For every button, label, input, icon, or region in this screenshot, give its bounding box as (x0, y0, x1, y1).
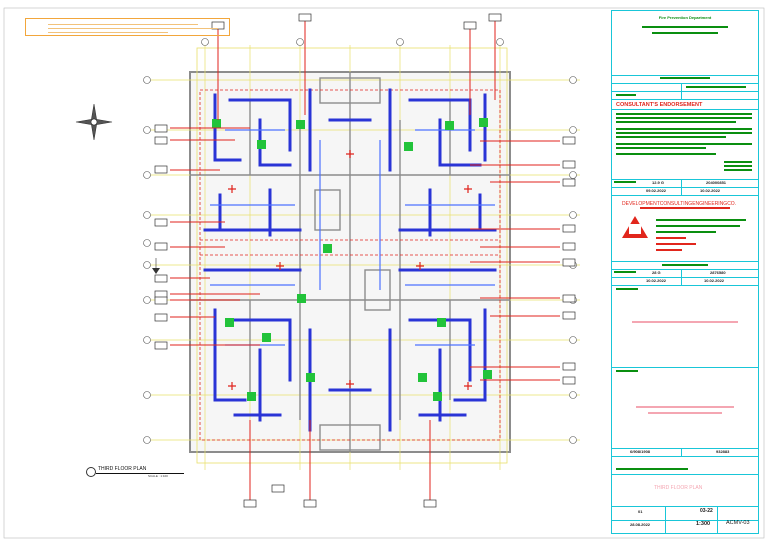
drawing-sheet: THIRD FLOOR PLAN SCALE : 1:100 Fire Prev… (0, 0, 768, 542)
consultant-heading: CONSULTANT'S ENDORSEMENT (616, 102, 703, 108)
sheet-code: ACMV-03 (726, 520, 750, 526)
north-arrow-icon (75, 103, 113, 141)
consultant-logo-inner (629, 224, 641, 234)
mark-code: 932883 (716, 449, 730, 454)
date-2: 10.02.2022 (700, 188, 721, 193)
code-2: 2876580 (710, 270, 726, 275)
sheet-no: 03-22 (700, 508, 713, 514)
general-notes-box (25, 18, 230, 36)
rev-no: 01 (638, 509, 643, 514)
date-3: 10.02.2022 (646, 278, 667, 283)
department-title: Fire Prevention Department (658, 15, 712, 20)
plan-scale-note: SCALE : 1:100 (148, 474, 168, 478)
code-1: 204000851 (706, 180, 727, 185)
drawing-title: THIRD FLOOR PLAN (654, 485, 703, 491)
reg-no-1: 12.9 G (652, 180, 665, 185)
plot-no: 6/908/1908 (630, 449, 651, 454)
reg-no-2: 28 G (652, 270, 661, 275)
plan-caption: THIRD FLOOR PLAN SCALE : 1:100 (86, 464, 196, 478)
date-4: 10.02.2022 (704, 278, 725, 283)
plan-title: THIRD FLOOR PLAN (98, 466, 147, 472)
rev-date: 28.08.2022 (630, 522, 651, 527)
scale-value: 1:300 (696, 521, 711, 527)
title-block: Fire Prevention Department CONSULTANT'S … (611, 10, 759, 534)
date-1: 09.02.2022 (646, 188, 667, 193)
